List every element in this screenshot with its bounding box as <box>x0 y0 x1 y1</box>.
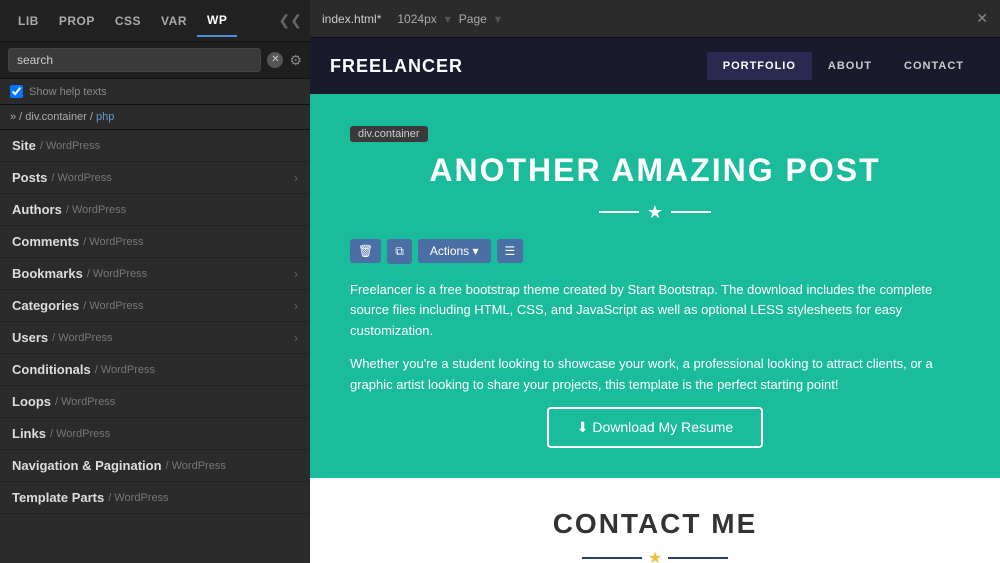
tab-var[interactable]: VAR <box>151 6 197 36</box>
sidebar-item-conditionals-sub: / WordPress <box>95 364 155 376</box>
sidebar-item-comments[interactable]: Comments / WordPress <box>0 226 310 258</box>
nav-link-portfolio[interactable]: PORTFOLIO <box>707 52 812 80</box>
menu-button[interactable]: ☰ <box>497 239 524 263</box>
breadcrumb-text: » / div.container / php <box>10 111 114 123</box>
tab-wp[interactable]: WP <box>197 5 237 37</box>
website-nav-links: PORTFOLIO ABOUT CONTACT <box>707 52 980 80</box>
website-logo: FREELANCER <box>330 56 463 77</box>
sidebar-item-users-arrow: › <box>294 331 298 345</box>
sidebar-item-bookmarks-label: Bookmarks <box>12 266 83 281</box>
sidebar-tabs: LIB PROP CSS VAR WP ❮❮ <box>0 0 310 42</box>
search-settings-icon[interactable]: ⚙ <box>289 52 302 69</box>
tab-lib[interactable]: LIB <box>8 6 49 36</box>
sidebar-item-loops-label: Loops <box>12 394 51 409</box>
contact-divider-star: ★ <box>648 548 662 563</box>
sidebar: LIB PROP CSS VAR WP ❮❮ ✕ ⚙ Show help tex… <box>0 0 310 563</box>
sidebar-list: Site / WordPress Posts / WordPress › Aut… <box>0 130 310 563</box>
sidebar-item-comments-sub: / WordPress <box>83 236 143 248</box>
sidebar-item-posts-label: Posts <box>12 170 47 185</box>
website-frame: FREELANCER PORTFOLIO ABOUT CONTACT div.c… <box>310 38 1000 563</box>
hero-body-text-2: Whether you're a student looking to show… <box>350 354 960 396</box>
contact-divider: ★ <box>350 548 960 563</box>
show-help-row: Show help texts <box>0 79 310 105</box>
sidebar-item-categories-label: Categories <box>12 298 79 313</box>
search-input[interactable] <box>8 48 261 72</box>
topbar-size[interactable]: 1024px <box>397 12 436 26</box>
sidebar-item-links-sub: / WordPress <box>50 428 110 440</box>
sidebar-item-bookmarks[interactable]: Bookmarks / WordPress › <box>0 258 310 290</box>
action-bar: 🗑 ⧉ Actions ▾ ☰ <box>350 239 960 264</box>
copy-button[interactable]: ⧉ <box>387 239 412 264</box>
hero-divider-star: ★ <box>647 202 663 223</box>
sidebar-item-users-sub: / WordPress <box>52 332 112 344</box>
search-bar: ✕ ⚙ <box>0 42 310 79</box>
actions-dropdown[interactable]: Actions ▾ <box>418 239 491 263</box>
show-help-checkbox[interactable] <box>10 85 23 98</box>
sidebar-item-nav-pagination-label: Navigation & Pagination <box>12 458 162 473</box>
delete-button[interactable]: 🗑 <box>350 239 381 263</box>
contact-title: CONTACT ME <box>350 508 960 540</box>
sidebar-item-conditionals[interactable]: Conditionals / WordPress <box>0 354 310 386</box>
show-help-label: Show help texts <box>29 86 107 98</box>
sidebar-item-authors-label: Authors <box>12 202 62 217</box>
sidebar-item-bookmarks-sub: / WordPress <box>87 268 147 280</box>
sidebar-item-links[interactable]: Links / WordPress <box>0 418 310 450</box>
hero-body-text-1: Freelancer is a free bootstrap theme cre… <box>350 280 960 342</box>
hero-section: div.container ANOTHER AMAZING POST ★ 🗑 ⧉… <box>310 94 1000 478</box>
sidebar-item-authors-sub: / WordPress <box>66 204 126 216</box>
topbar-filename: index.html* <box>322 12 381 26</box>
tab-prop[interactable]: PROP <box>49 6 105 36</box>
hero-title: ANOTHER AMAZING POST <box>350 152 960 189</box>
download-resume-button[interactable]: ⬇ Download My Resume <box>547 407 763 448</box>
sidebar-item-users-label: Users <box>12 330 48 345</box>
sidebar-item-template-parts-sub: / WordPress <box>108 492 168 504</box>
preview-area: FREELANCER PORTFOLIO ABOUT CONTACT div.c… <box>310 38 1000 563</box>
hero-divider: ★ <box>350 197 960 223</box>
topbar: index.html* 1024px ▾ Page ▾ ✕ <box>310 0 1000 38</box>
sidebar-item-categories-arrow: › <box>294 299 298 313</box>
sidebar-item-template-parts-label: Template Parts <box>12 490 104 505</box>
sidebar-item-posts-arrow: › <box>294 171 298 185</box>
sidebar-item-nav-pagination[interactable]: Navigation & Pagination / WordPress <box>0 450 310 482</box>
breadcrumb: » / div.container / php <box>0 105 310 130</box>
sidebar-item-posts[interactable]: Posts / WordPress › <box>0 162 310 194</box>
sidebar-item-categories[interactable]: Categories / WordPress › <box>0 290 310 322</box>
div-container-badge: div.container <box>350 126 428 142</box>
sidebar-item-bookmarks-arrow: › <box>294 267 298 281</box>
tab-css[interactable]: CSS <box>105 6 151 36</box>
sidebar-item-site-sub: / WordPress <box>40 140 100 152</box>
search-clear-button[interactable]: ✕ <box>267 52 283 68</box>
sidebar-item-loops[interactable]: Loops / WordPress <box>0 386 310 418</box>
topbar-page[interactable]: Page <box>459 12 487 26</box>
sidebar-item-categories-sub: / WordPress <box>83 300 143 312</box>
sidebar-item-nav-pagination-sub: / WordPress <box>166 460 226 472</box>
sidebar-item-conditionals-label: Conditionals <box>12 362 91 377</box>
collapse-sidebar-icon[interactable]: ❮❮ <box>279 12 302 29</box>
sidebar-item-site[interactable]: Site / WordPress <box>0 130 310 162</box>
sidebar-item-site-label: Site <box>12 138 36 153</box>
contact-section: CONTACT ME ★ <box>310 478 1000 563</box>
sidebar-item-links-label: Links <box>12 426 46 441</box>
close-button[interactable]: ✕ <box>976 10 988 27</box>
website-nav: FREELANCER PORTFOLIO ABOUT CONTACT <box>310 38 1000 94</box>
sidebar-item-comments-label: Comments <box>12 234 79 249</box>
sidebar-item-authors[interactable]: Authors / WordPress <box>0 194 310 226</box>
sidebar-item-loops-sub: / WordPress <box>55 396 115 408</box>
sidebar-item-posts-sub: / WordPress <box>51 172 111 184</box>
nav-link-about[interactable]: ABOUT <box>812 52 888 80</box>
sidebar-item-template-parts[interactable]: Template Parts / WordPress <box>0 482 310 514</box>
main-area: index.html* 1024px ▾ Page ▾ ✕ FREELANCER… <box>310 0 1000 563</box>
nav-link-contact[interactable]: CONTACT <box>888 52 980 80</box>
sidebar-item-users[interactable]: Users / WordPress › <box>0 322 310 354</box>
